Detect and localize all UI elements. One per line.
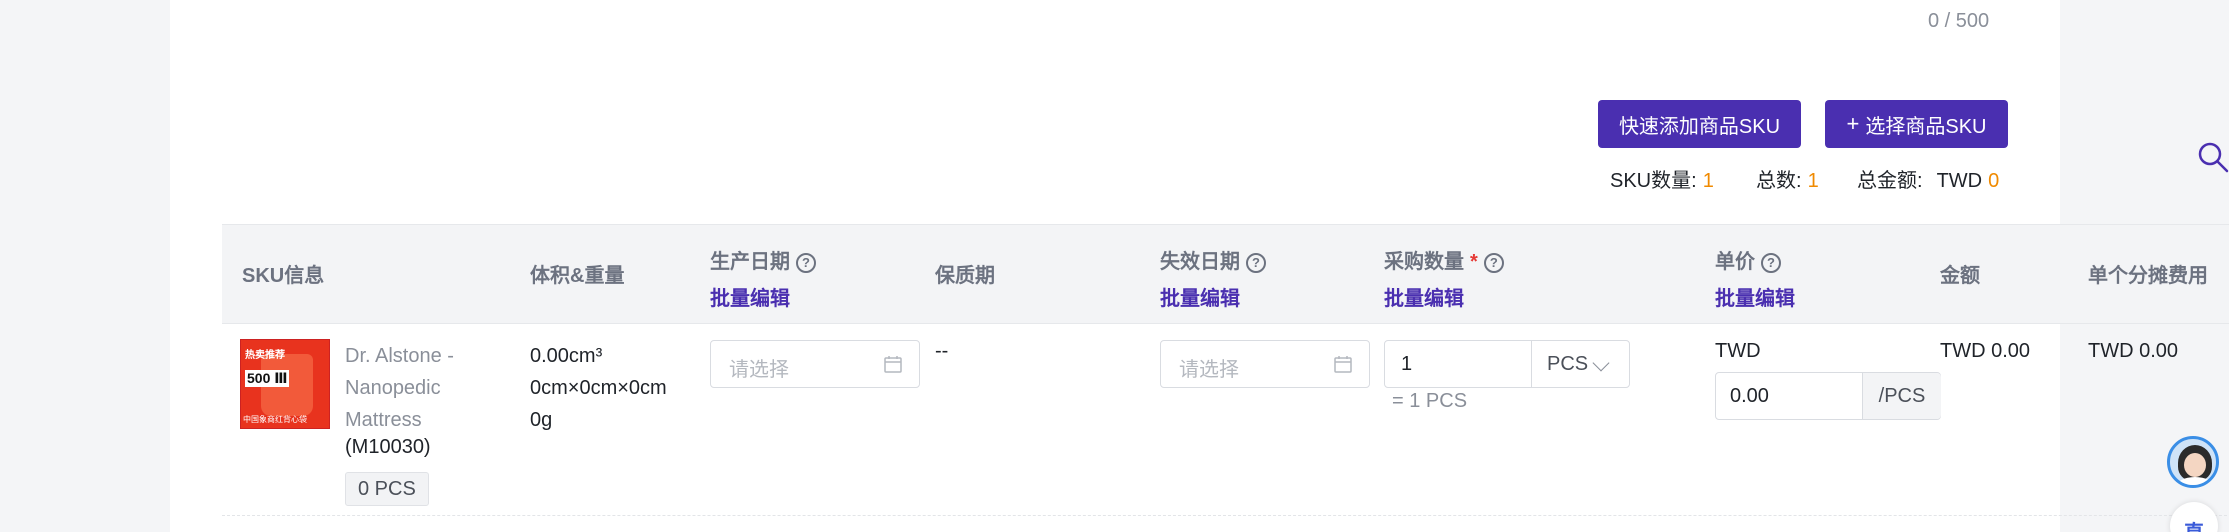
required-mark: * — [1470, 251, 1478, 273]
product-code: (M10030) — [345, 436, 431, 458]
currency-label: TWD — [1936, 170, 1983, 192]
weight-value: 0g — [530, 409, 553, 431]
header-unit-price-label: 单价 — [1715, 251, 1755, 273]
total-amount-value: 0 — [1988, 170, 2000, 192]
select-sku-label: 选择商品SKU — [1865, 115, 1987, 138]
quick-add-sku-label: 快速添加商品SKU — [1618, 115, 1781, 138]
unit-price-input[interactable]: 0.00 — [1730, 385, 1769, 408]
help-icon[interactable]: ? — [1246, 253, 1266, 273]
unit-price-suffix: /PCS — [1862, 373, 1941, 419]
shelf-life-value: -- — [935, 340, 949, 362]
total-count-value: 1 — [1807, 170, 1819, 192]
search-icon[interactable] — [2196, 140, 2229, 174]
purchase-qty-input[interactable]: 1 — [1401, 353, 1412, 376]
header-sku-info: SKU信息 — [242, 265, 325, 287]
select-sku-button[interactable]: + 选择商品SKU — [1825, 100, 2008, 148]
header-expiry-date-label: 失效日期 — [1160, 251, 1240, 273]
dimensions-value: 0cm×0cm×0cm — [530, 377, 667, 399]
table-row: 热卖推荐 500 Ⅲ 中国象商红背心袋 Dr. Alstone - Nanope… — [222, 324, 2229, 516]
header-shelf-life: 保质期 — [935, 265, 995, 287]
production-date-picker[interactable]: 请选择 — [710, 340, 920, 388]
allocated-fee-value: TWD 0.00 — [2088, 340, 2179, 362]
sku-count-label: SKU数量: — [1610, 170, 1697, 192]
calendar-icon — [884, 356, 902, 373]
help-icon[interactable]: ? — [1483, 253, 1504, 273]
support-avatar[interactable] — [2167, 436, 2219, 488]
expiry-date-picker[interactable]: 请选择 — [1160, 340, 1370, 388]
price-currency: TWD — [1715, 340, 1761, 362]
purchase-qty-field: 1 PCS — [1384, 340, 1630, 388]
product-thumbnail: 热卖推荐 500 Ⅲ 中国象商红背心袋 — [240, 339, 330, 429]
help-icon[interactable]: ? — [1761, 253, 1781, 273]
volume-value: 0.00cm³ — [530, 345, 603, 367]
summary-total-amount: 总金额: TWD 0 — [1857, 164, 1999, 193]
thumb-text-top: 热卖推荐 — [245, 350, 285, 361]
avatar-face — [2184, 453, 2206, 477]
unit-price-field: 0.00 /PCS — [1715, 372, 1941, 420]
summary-total-count: 总数: 1 — [1756, 164, 1819, 193]
calendar-icon — [1334, 356, 1352, 373]
header-unit-price: 单价? 批量编辑 — [1715, 245, 1795, 311]
batch-edit-unit-price[interactable]: 批量编辑 — [1715, 282, 1795, 311]
summary-sku-count: SKU数量: 1 — [1610, 164, 1714, 193]
volume-weight: 0.00cm³ 0cm×0cm×0cm 0g — [530, 340, 667, 436]
total-count-label: 总数: — [1756, 170, 1802, 192]
header-production-date-label: 生产日期 — [710, 251, 790, 273]
header-expiry-date: 失效日期? 批量编辑 — [1160, 245, 1266, 311]
qty-equivalent: = 1 PCS — [1392, 390, 1468, 412]
char-counter: 0 / 500 — [1928, 10, 1990, 32]
thumb-text-bottom: 中国象商红背心袋 — [243, 415, 307, 424]
expiry-date-placeholder: 请选择 — [1179, 359, 1239, 381]
header-volume-weight: 体积&重量 — [530, 265, 625, 287]
product-name-link[interactable]: Dr. Alstone - Nanopedic Mattress — [345, 340, 475, 436]
chevron-down-icon[interactable] — [1592, 354, 1610, 372]
plus-icon: + — [1846, 111, 1860, 136]
batch-edit-expiry-date[interactable]: 批量编辑 — [1160, 282, 1266, 311]
header-purchase-qty: 采购数量 *? 批量编辑 — [1384, 245, 1504, 311]
thumb-text-mid: 500 Ⅲ — [245, 370, 290, 387]
batch-edit-production-date[interactable]: 批量编辑 — [710, 282, 816, 311]
header-allocated-fee: 单个分摊费用 — [2088, 265, 2208, 287]
amount-value: TWD 0.00 — [1940, 340, 2031, 362]
production-date-placeholder: 请选择 — [729, 359, 789, 381]
total-amount-label: 总金额: — [1857, 170, 1923, 192]
sku-count-value: 1 — [1702, 170, 1714, 192]
qty-unit-select[interactable]: PCS — [1547, 353, 1588, 376]
table-header: SKU信息 体积&重量 生产日期? 批量编辑 保质期 失效日期? 批量编辑 采购… — [222, 224, 2229, 324]
header-purchase-qty-label: 采购数量 — [1384, 251, 1464, 273]
qty-divider — [1531, 341, 1532, 387]
header-amount: 金额 — [1940, 265, 1980, 287]
help-icon[interactable]: ? — [796, 253, 816, 273]
chat-icon: 直 — [2184, 516, 2204, 532]
stock-badge: 0 PCS — [345, 472, 429, 506]
batch-edit-purchase-qty[interactable]: 批量编辑 — [1384, 282, 1504, 311]
quick-add-sku-button[interactable]: 快速添加商品SKU — [1598, 100, 1801, 148]
header-production-date: 生产日期? 批量编辑 — [710, 245, 816, 311]
